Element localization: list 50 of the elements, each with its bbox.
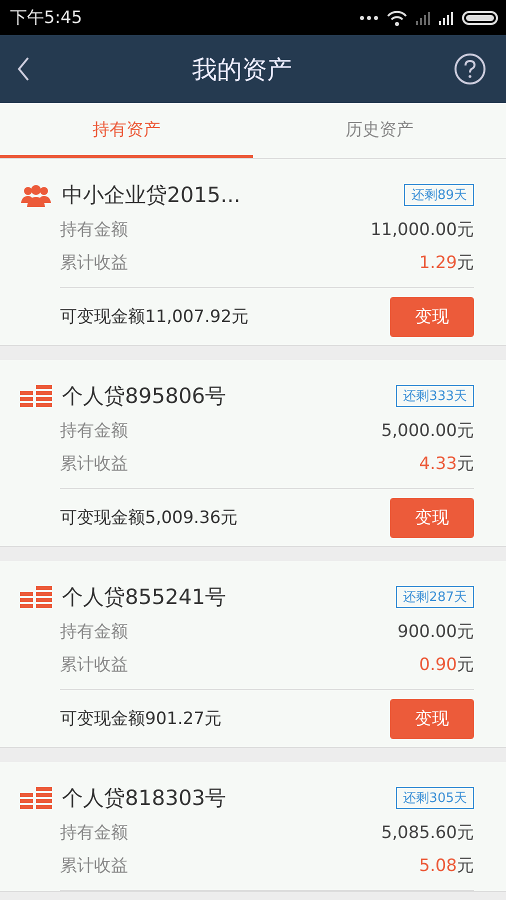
earnings-amount: 1.29 (419, 253, 457, 273)
bars-icon (20, 385, 52, 407)
days-left-tag: 还剩287天 (396, 586, 474, 608)
earnings-amount: 0.90 (419, 655, 457, 675)
loan-name: 个人贷895806号 (62, 383, 228, 410)
earnings-label: 累计收益 (60, 453, 128, 475)
tab[interactable]: 历史资产 (253, 103, 506, 158)
back-icon (16, 56, 30, 82)
holding-label: 持有金额 (60, 621, 128, 643)
cash-out-button[interactable]: 变现 (390, 296, 474, 336)
holding-label: 持有金额 (60, 822, 128, 844)
people-icon (20, 183, 52, 207)
loan-name: 个人贷818303号 (62, 785, 228, 812)
earnings-label: 累计收益 (60, 252, 128, 274)
cash-out-button[interactable]: 变现 (390, 498, 474, 538)
battery-icon (462, 10, 498, 24)
signal-icon (439, 10, 454, 25)
back-button[interactable] (16, 56, 30, 82)
bars-icon (20, 787, 52, 809)
bars-icon (20, 586, 52, 608)
holding-amount: 5,085.60元 (381, 822, 474, 844)
holding-amount: 5,000.00元 (381, 420, 474, 442)
redeemable-amount: 可变现金额11,007.92元 (60, 306, 249, 328)
signal-icon (416, 10, 431, 25)
page-title: 我的资产 (192, 54, 292, 86)
currency-unit: 元 (457, 655, 474, 675)
loan-name: 中小企业贷2015... (62, 182, 242, 209)
days-left-tag: 还剩89天 (404, 184, 474, 206)
status-time: 下午5:45 (10, 7, 82, 29)
cash-out-button[interactable]: 变现 (390, 698, 474, 738)
currency-unit: 元 (457, 454, 474, 474)
holding-label: 持有金额 (60, 219, 128, 241)
days-left-tag: 还剩333天 (396, 385, 474, 407)
holding-amount: 900.00元 (398, 621, 474, 643)
help-button[interactable] (454, 53, 486, 85)
more-dots-icon (360, 16, 378, 20)
wifi-icon (386, 8, 408, 26)
earnings-amount: 5.08 (419, 856, 457, 876)
earnings-amount: 4.33 (419, 454, 457, 474)
currency-unit: 元 (457, 253, 474, 273)
days-left-tag: 还剩305天 (396, 787, 474, 809)
redeemable-amount: 可变现金额5,009.36元 (60, 507, 238, 529)
holding-label: 持有金额 (60, 420, 128, 442)
holding-amount: 11,000.00元 (370, 219, 474, 241)
currency-unit: 元 (457, 856, 474, 876)
loan-name: 个人贷855241号 (62, 584, 228, 611)
redeemable-amount: 可变现金额901.27元 (60, 708, 222, 730)
earnings-label: 累计收益 (60, 654, 128, 676)
help-icon (454, 53, 486, 85)
earnings-label: 累计收益 (60, 855, 128, 877)
